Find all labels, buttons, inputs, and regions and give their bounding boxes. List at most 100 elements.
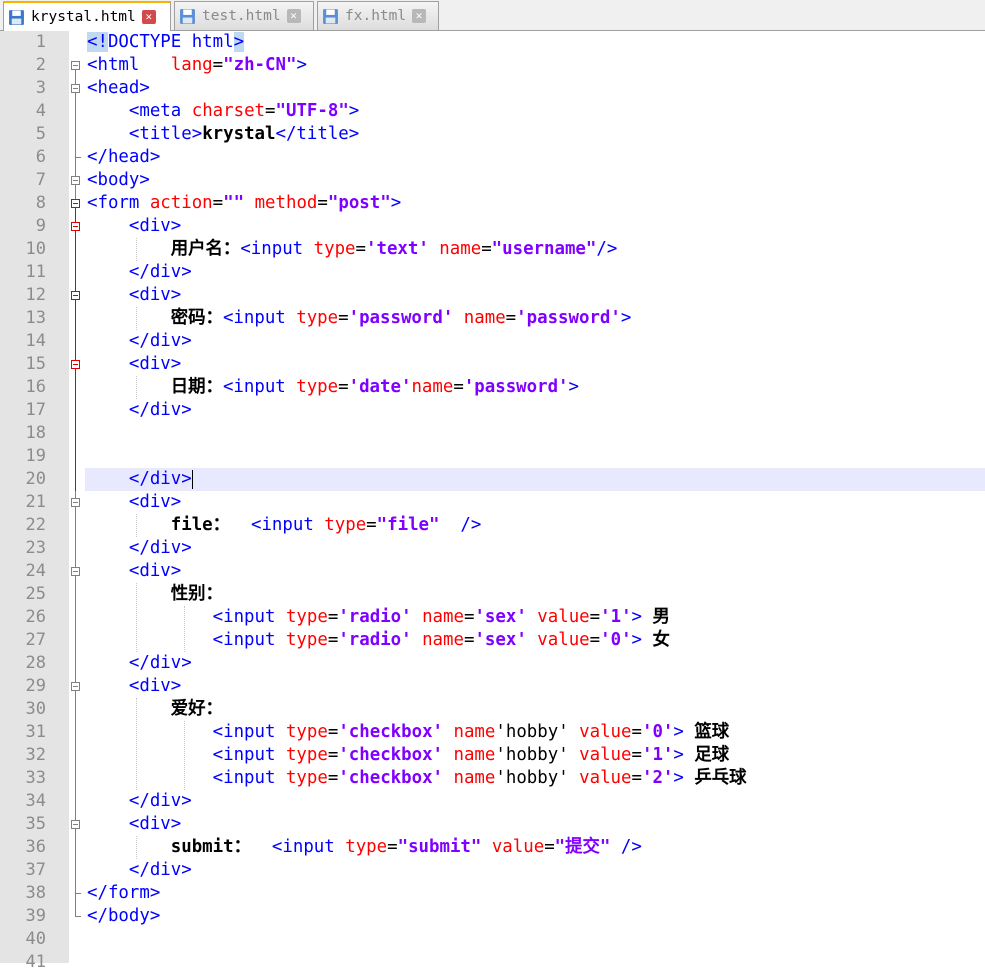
code-token: = [327, 607, 339, 627]
code-token: </div> [128, 538, 192, 558]
fold-toggle-icon[interactable] [71, 682, 80, 691]
line-number: 19 [25, 446, 46, 466]
line-number: 37 [25, 860, 46, 880]
code-line: <head> [87, 77, 150, 100]
code-line: <div> [87, 491, 181, 514]
close-icon[interactable]: ✕ [412, 9, 427, 23]
fold-toggle-icon[interactable] [71, 360, 80, 369]
code-token: </div> [128, 331, 192, 351]
code-token: '0' [641, 722, 674, 742]
fold-toggle-icon[interactable] [71, 820, 80, 829]
line-number: 4 [35, 101, 46, 121]
code-token: = [589, 607, 601, 627]
code-token: /> [620, 837, 642, 857]
fold-toggle-icon[interactable] [71, 498, 80, 507]
code-token: > [620, 308, 632, 328]
tab-label: fx.html [345, 8, 407, 24]
fold-toggle-icon[interactable] [71, 291, 80, 300]
code-line: </div> [87, 537, 192, 560]
tab-fx-html[interactable]: fx.html ✕ [317, 1, 439, 30]
code-token: file： [87, 515, 251, 535]
code-token: value [537, 630, 590, 650]
line-number: 20 [25, 469, 46, 489]
line-number: 5 [35, 124, 46, 144]
code-token: <input [222, 377, 297, 397]
code-token: <div> [128, 676, 182, 696]
code-token: name [453, 768, 496, 788]
code-token: <title> [128, 124, 203, 144]
code-token: 男 [652, 607, 670, 627]
line-number: 39 [25, 906, 46, 926]
fold-line [75, 208, 76, 491]
code-line: 爱好： [87, 698, 223, 721]
code-token: "submit" [397, 837, 492, 857]
code-token: 用户名： [87, 239, 241, 259]
fold-toggle-icon[interactable] [71, 61, 80, 70]
code-token: value [537, 607, 590, 627]
code-token: '1' [641, 745, 674, 765]
save-disk-icon [323, 8, 338, 24]
code-token: = [327, 722, 339, 742]
fold-end-mark [75, 916, 81, 917]
line-number: 38 [25, 883, 46, 903]
line-number: 22 [25, 515, 46, 535]
line-number: 6 [35, 147, 46, 167]
fold-toggle-icon[interactable] [71, 176, 80, 185]
line-number: 32 [25, 745, 46, 765]
code-token: = [463, 630, 475, 650]
line-number: 40 [25, 929, 46, 949]
code-line: </div> [87, 859, 192, 882]
code-token: krystal [202, 124, 276, 144]
code-token: 篮球 [694, 722, 730, 742]
save-disk-icon [9, 9, 24, 25]
code-token: 'checkbox' [338, 722, 454, 742]
code-token: = [631, 722, 642, 742]
code-token: <div> [128, 814, 182, 834]
code-token: = [481, 239, 492, 259]
tab-krystal-html[interactable]: krystal.html ✕ [3, 1, 171, 31]
indent-guide [136, 238, 137, 261]
code-token: </form> [87, 883, 161, 903]
fold-toggle-icon[interactable] [71, 84, 80, 93]
fold-toggle-icon[interactable] [71, 222, 80, 231]
current-line-highlight [85, 468, 985, 491]
code-token: > [673, 768, 695, 788]
fold-toggle-icon[interactable] [71, 199, 80, 208]
indent-guide [136, 836, 137, 859]
code-token: "file" [376, 515, 461, 535]
code-token: = [212, 193, 224, 213]
close-icon[interactable]: ✕ [141, 10, 156, 24]
text-cursor [191, 469, 193, 489]
code-token: <div> [128, 285, 182, 305]
code-token: <input [271, 837, 346, 857]
tab-test-html[interactable]: test.html ✕ [174, 1, 314, 30]
indent-guide [184, 606, 185, 652]
close-icon[interactable]: ✕ [286, 9, 301, 23]
code-token: = [327, 745, 339, 765]
line-number: 17 [25, 400, 46, 420]
code-token: = [212, 55, 224, 75]
code-token: <form [87, 193, 150, 213]
code-token: <html [87, 55, 171, 75]
line-number: 15 [25, 354, 46, 374]
fold-toggle-icon[interactable] [71, 567, 80, 576]
line-number: 24 [25, 561, 46, 581]
code-line: <input type='radio' name='sex' value='1'… [87, 606, 670, 629]
code-token: type [285, 768, 328, 788]
code-token: > [673, 745, 695, 765]
code-token: <head> [87, 78, 150, 98]
code-line: </div> [87, 468, 193, 491]
code-token: 日期： [87, 377, 223, 397]
code-token: <input [222, 308, 297, 328]
code-token: type [285, 607, 328, 627]
line-number: 31 [25, 722, 46, 742]
line-number: 18 [25, 423, 46, 443]
code-line: <!DOCTYPE html> [87, 31, 245, 54]
fold-line [75, 70, 76, 917]
code-token: 乒乓球 [694, 768, 747, 788]
